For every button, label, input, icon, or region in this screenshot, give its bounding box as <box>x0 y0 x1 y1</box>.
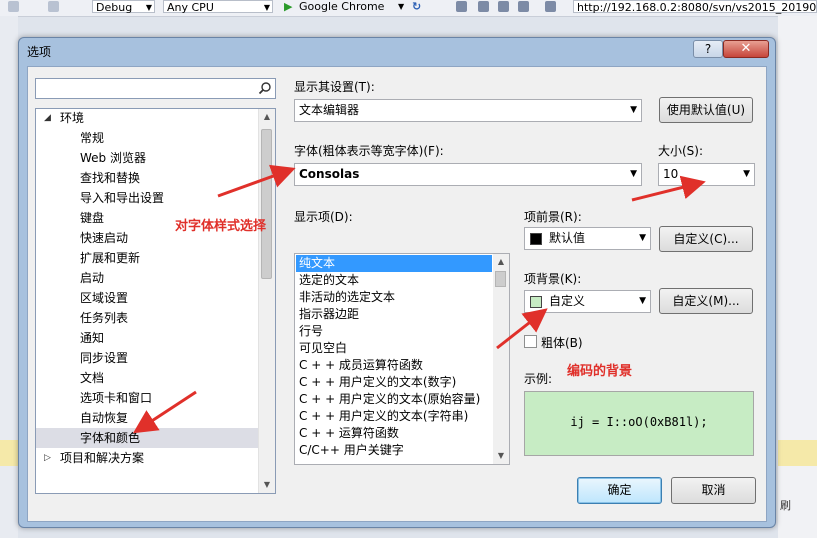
arrow-to-font-combo <box>217 164 296 198</box>
annotation-arrows <box>132 164 706 434</box>
background-annotation: 编码的背景 <box>567 364 633 379</box>
arrow-to-fonts-colors <box>132 390 197 434</box>
arrow-to-background-combo <box>496 308 548 350</box>
arrow-to-size-combo <box>631 175 706 202</box>
font-annotation: 对字体样式选择 <box>175 219 267 234</box>
